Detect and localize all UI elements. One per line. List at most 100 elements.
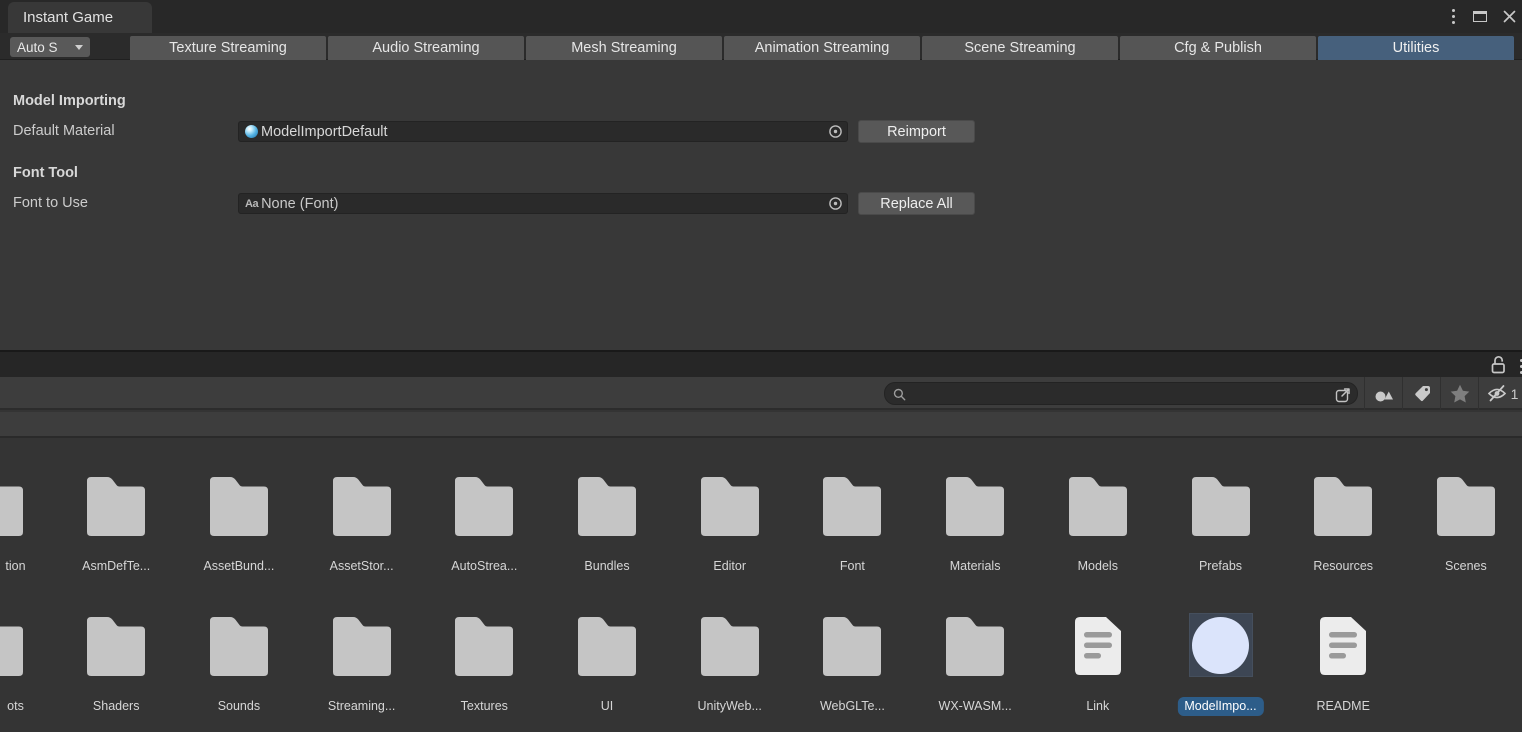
tab-texture-streaming[interactable]: Texture Streaming (130, 36, 326, 60)
folder-icon (1434, 473, 1498, 539)
tab-cfg-publish[interactable]: Cfg & Publish (1120, 36, 1316, 60)
search-input[interactable] (911, 384, 1321, 403)
section-header-model-importing: Model Importing (13, 93, 126, 109)
hidden-count-eye-icon[interactable]: 1 (1482, 377, 1522, 410)
folder-icon (207, 473, 271, 539)
search-icon (893, 388, 906, 401)
asset-item-tion[interactable]: tion (0, 473, 49, 577)
material-sphere-icon (245, 125, 258, 138)
maximize-icon[interactable] (1473, 11, 1487, 22)
caret-down-icon (75, 45, 83, 50)
open-search-icon[interactable] (1335, 386, 1352, 403)
asset-item-textures[interactable]: Textures (429, 613, 539, 717)
dropdown-label: Auto S (17, 40, 58, 55)
default-material-value: ModelImportDefault (261, 124, 388, 140)
folder-icon (330, 473, 394, 539)
asset-item-materials[interactable]: Materials (920, 473, 1030, 577)
folder-icon (698, 473, 762, 539)
tab-audio-streaming[interactable]: Audio Streaming (328, 36, 524, 60)
object-picker-icon[interactable] (824, 122, 847, 141)
asset-label: Resources (1313, 557, 1373, 576)
folder-icon (0, 613, 26, 679)
asset-label: Shaders (93, 697, 140, 716)
window-title: Instant Game (23, 9, 113, 26)
close-icon[interactable] (1503, 10, 1516, 23)
folder-icon (330, 613, 394, 679)
folder-icon (820, 473, 884, 539)
asset-item-resources[interactable]: Resources (1288, 473, 1398, 577)
auto-streaming-dropdown[interactable]: Auto S (10, 37, 90, 57)
unlock-icon[interactable] (1490, 355, 1507, 374)
reimport-button[interactable]: Reimport (858, 120, 975, 143)
kebab-menu-icon[interactable] (1518, 357, 1522, 376)
asset-item-wx-wasm[interactable]: WX-WASM... (920, 613, 1030, 717)
tab-strip: Auto S Texture StreamingAudio StreamingM… (0, 33, 1522, 60)
asset-item-assetbund[interactable]: AssetBund... (184, 473, 294, 577)
asset-label: tion (5, 557, 25, 576)
font-icon: Aa (245, 198, 258, 210)
material-preview (1189, 613, 1253, 677)
asset-item-autostrea[interactable]: AutoStrea... (429, 473, 539, 577)
folder-icon (943, 613, 1007, 679)
asset-item-streaming[interactable]: Streaming... (307, 613, 417, 717)
asset-label: ModelImpo... (1177, 697, 1263, 716)
filter-by-type-icon[interactable] (1368, 377, 1400, 410)
tab-scene-streaming[interactable]: Scene Streaming (922, 36, 1118, 60)
asset-item-modelimpo[interactable]: ModelImpo... (1166, 613, 1276, 717)
tab-animation-streaming[interactable]: Animation Streaming (724, 36, 920, 60)
asset-label: Prefabs (1199, 557, 1242, 576)
window-tab[interactable]: Instant Game (8, 2, 152, 33)
asset-item-bundles[interactable]: Bundles (552, 473, 662, 577)
asset-label: ots (7, 697, 24, 716)
asset-label: Materials (950, 557, 1001, 576)
tab-mesh-streaming[interactable]: Mesh Streaming (526, 36, 722, 60)
asset-item-webglte[interactable]: WebGLTe... (797, 613, 907, 717)
asset-label: AssetStor... (330, 557, 394, 576)
asset-item-shaders[interactable]: Shaders (61, 613, 171, 717)
section-header-font-tool: Font Tool (13, 165, 78, 181)
asset-item-ots[interactable]: ots (0, 613, 49, 717)
folder-icon (1311, 473, 1375, 539)
folder-icon (452, 613, 516, 679)
asset-label: Models (1078, 557, 1118, 576)
asset-label: WX-WASM... (939, 697, 1012, 716)
font-to-use-field[interactable]: Aa None (Font) (238, 193, 848, 214)
replace-all-button[interactable]: Replace All (858, 192, 975, 215)
object-picker-icon[interactable] (824, 194, 847, 213)
asset-label: Font (840, 557, 865, 576)
asset-item-editor[interactable]: Editor (675, 473, 785, 577)
folder-icon (84, 613, 148, 679)
asset-item-unityweb[interactable]: UnityWeb... (675, 613, 785, 717)
breadcrumb-bar (0, 412, 1522, 438)
asset-label: AutoStrea... (451, 557, 517, 576)
project-toolbar: 1 (0, 377, 1522, 410)
asset-item-models[interactable]: Models (1043, 473, 1153, 577)
asset-label: Textures (461, 697, 508, 716)
filter-by-label-icon[interactable] (1406, 377, 1438, 410)
asset-label: README (1316, 697, 1369, 716)
font-to-use-label: Font to Use (13, 195, 88, 211)
asset-item-readme[interactable]: README (1288, 613, 1398, 717)
asset-item-link[interactable]: Link (1043, 613, 1153, 717)
asset-item-asmdefte[interactable]: AsmDefTe... (61, 473, 171, 577)
asset-item-prefabs[interactable]: Prefabs (1166, 473, 1276, 577)
folder-icon (1066, 473, 1130, 539)
asset-item-assetstor[interactable]: AssetStor... (307, 473, 417, 577)
asset-item-font[interactable]: Font (797, 473, 907, 577)
search-box[interactable] (884, 382, 1358, 405)
asset-item-ui[interactable]: UI (552, 613, 662, 717)
default-material-field[interactable]: ModelImportDefault (238, 121, 848, 142)
project-header-strip (0, 352, 1522, 377)
asset-item-sounds[interactable]: Sounds (184, 613, 294, 717)
asset-label: AssetBund... (203, 557, 274, 576)
font-to-use-value: None (Font) (261, 196, 338, 212)
favorites-star-icon[interactable] (1444, 377, 1476, 410)
document-icon (1075, 617, 1121, 675)
asset-item-scenes[interactable]: Scenes (1411, 473, 1521, 577)
asset-label: Sounds (218, 697, 260, 716)
kebab-menu-icon[interactable] (1450, 7, 1457, 26)
asset-label: UI (601, 697, 614, 716)
asset-label: Editor (713, 557, 746, 576)
tab-utilities[interactable]: Utilities (1318, 36, 1514, 60)
folder-icon (575, 613, 639, 679)
